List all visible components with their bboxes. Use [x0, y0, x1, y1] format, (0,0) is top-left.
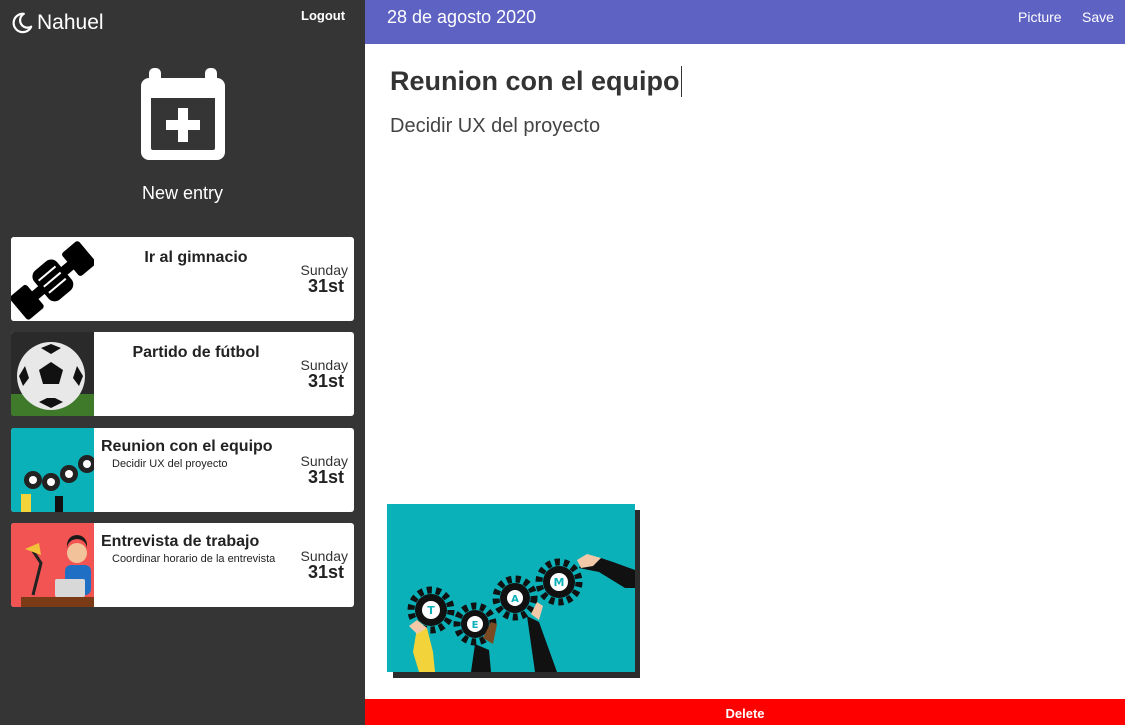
gear-letter: M — [554, 576, 565, 589]
entry-thumbnail — [11, 523, 94, 607]
entry-card[interactable]: Entrevista de trabajo Coordinar horario … — [11, 523, 354, 607]
entry-day-number: 31st — [307, 276, 344, 296]
gear-letter: T — [427, 604, 435, 617]
entry-image: T E A M — [387, 504, 635, 672]
entry-card[interactable]: Partido de fútbol Sunday 31st — [11, 332, 354, 416]
gear-letter: E — [472, 620, 479, 631]
entry-subtitle: Decidir UX del proyecto — [112, 458, 228, 470]
entry-thumbnail — [11, 237, 94, 321]
delete-button[interactable]: Delete — [365, 699, 1125, 725]
entry-card[interactable]: Reunion con el equipo Decidir UX del pro… — [11, 428, 354, 512]
entry-title: Ir al gimnacio — [144, 249, 248, 266]
soccer-ball-image — [11, 332, 94, 416]
logout-button[interactable]: Logout — [301, 8, 345, 23]
brand: Nahuel — [11, 11, 104, 35]
gear-letter: A — [511, 594, 519, 605]
entry-subtitle: Coordinar horario de la entrevista — [112, 553, 276, 565]
save-button[interactable]: Save — [1082, 9, 1114, 25]
entry-title-input[interactable]: Reunion con el equipo — [390, 66, 682, 97]
entry-title: Entrevista de trabajo — [101, 533, 260, 550]
entry-thumbnail — [11, 332, 94, 416]
new-entry-button[interactable]: New entry — [0, 68, 365, 204]
job-interview-image — [11, 523, 94, 607]
calendar-plus-icon — [140, 68, 225, 160]
new-entry-label: New entry — [141, 183, 224, 203]
entry-day-number: 31st — [307, 562, 344, 582]
entry-title: Partido de fútbol — [132, 344, 260, 361]
entry-day-number: 31st — [307, 371, 344, 391]
entry-card[interactable]: Ir al gimnacio Sunday 31st — [11, 237, 354, 321]
user-name: Nahuel — [37, 11, 104, 34]
team-gears-image — [11, 428, 94, 512]
sidebar: Nahuel Logout New entry Ir al gimnacio S… — [0, 0, 365, 725]
top-bar: 28 de agosto 2020 Picture Save — [365, 0, 1125, 44]
entry-thumbnail — [11, 428, 94, 512]
entry-title: Reunion con el equipo — [101, 438, 273, 455]
moon-icon — [12, 12, 33, 34]
entry-day-number: 31st — [307, 467, 344, 487]
entry-body-textarea[interactable]: Decidir UX del proyecto — [390, 115, 600, 138]
entry-date: 28 de agosto 2020 — [387, 7, 537, 27]
dumbbell-icon — [11, 237, 94, 321]
picture-button[interactable]: Picture — [1018, 9, 1062, 25]
team-gears-image: T E A M — [387, 504, 635, 672]
